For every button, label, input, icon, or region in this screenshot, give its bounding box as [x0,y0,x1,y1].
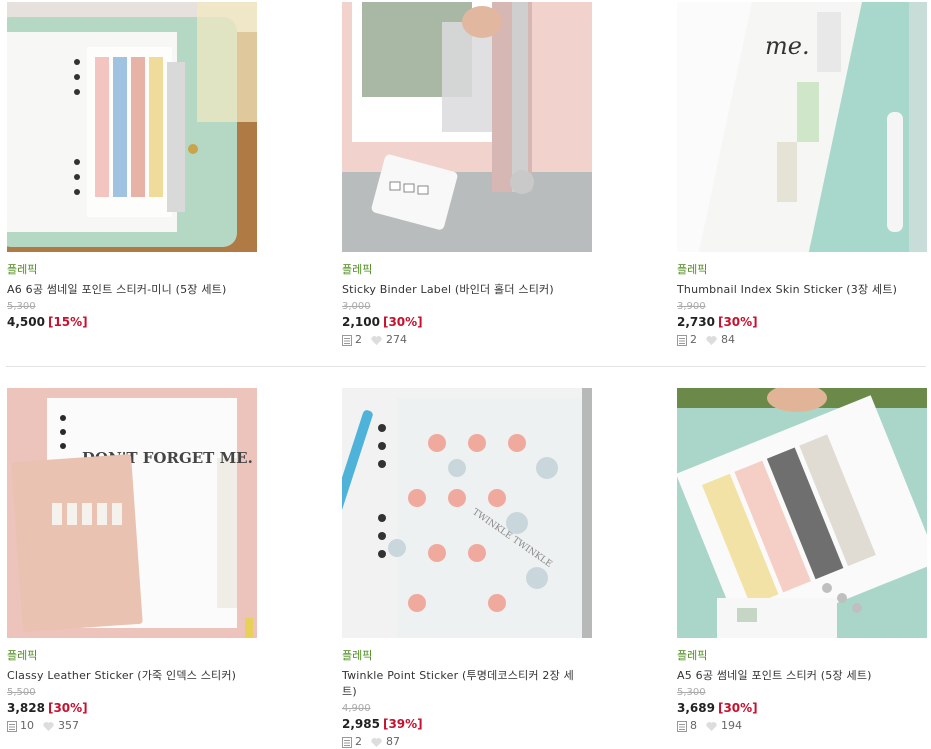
product-stats: 2 84 [677,333,931,347]
product-image[interactable]: DON'T FORGET ME. [7,388,257,638]
sale-price: 4,500 [15%] [7,314,267,330]
product-stats: 2 274 [342,333,602,347]
discount-rate: [30%] [47,701,88,715]
original-price: 5,300 [677,687,706,698]
heart-icon[interactable] [705,335,718,346]
product-card[interactable]: 플레픽 A6 6공 썸네일 포인트 스티커-미니 (5장 세트) 5,300 4… [7,2,267,330]
review-count: 10 [20,719,34,732]
sale-price: 2,100 [30%] [342,314,602,330]
product-image[interactable] [342,2,592,252]
product-title[interactable]: Sticky Binder Label (바인더 홀더 스티커) [342,282,602,298]
like-count: 84 [721,333,735,346]
product-card[interactable]: TWINKLE TWINKLE 플레픽 Twinkle Point Sticke… [342,388,602,749]
product-image[interactable]: TWINKLE TWINKLE [342,388,592,638]
original-price: 4,900 [342,703,371,714]
brand-name[interactable]: 플레픽 [7,649,267,663]
review-count: 2 [355,333,362,346]
sale-price-value: 2,100 [342,315,380,329]
brand-name[interactable]: 플레픽 [342,649,602,663]
product-card[interactable]: me. 플레픽 Thumbnail Index Skin Sticker (3장… [677,2,931,347]
sale-price: 2,730 [30%] [677,314,931,330]
review-icon [677,720,687,732]
review-icon [342,736,352,748]
discount-rate: [39%] [382,717,423,731]
discount-rate: [30%] [382,315,423,329]
product-stats: 8 194 [677,719,931,733]
heart-icon[interactable] [42,721,55,732]
heart-icon[interactable] [370,335,383,346]
discount-rate: [30%] [717,701,758,715]
brand-name[interactable]: 플레픽 [677,263,931,277]
sale-price: 2,985 [39%] [342,716,602,732]
image-text-me: me. [765,32,810,60]
original-price: 5,300 [7,301,36,312]
review-icon [342,334,352,346]
heart-icon[interactable] [705,721,718,732]
original-price: 3,900 [677,301,706,312]
review-count: 2 [355,735,362,748]
brand-name[interactable]: 플레픽 [677,649,931,663]
sale-price-value: 3,689 [677,701,715,715]
row-divider [6,366,926,367]
discount-rate: [15%] [47,315,88,329]
product-title[interactable]: Thumbnail Index Skin Sticker (3장 세트) [677,282,931,298]
review-count: 2 [690,333,697,346]
like-count: 274 [386,333,407,346]
product-card[interactable]: 플레픽 Sticky Binder Label (바인더 홀더 스티커) 3,0… [342,2,602,347]
review-count: 8 [690,719,697,732]
sale-price-value: 2,985 [342,717,380,731]
product-image[interactable]: me. [677,2,927,252]
product-image[interactable] [677,388,927,638]
sale-price-value: 3,828 [7,701,45,715]
product-title[interactable]: Twinkle Point Sticker (투명데코스티커 2장 세트) [342,668,587,700]
sale-price-value: 4,500 [7,315,45,329]
product-stats: 2 87 [342,735,602,749]
discount-rate: [30%] [717,315,758,329]
product-card[interactable]: 플레픽 A5 6공 썸네일 포인트 스티커 (5장 세트) 5,300 3,68… [677,388,931,733]
original-price: 5,500 [7,687,36,698]
like-count: 194 [721,719,742,732]
sale-price: 3,689 [30%] [677,700,931,716]
sale-price-value: 2,730 [677,315,715,329]
original-price: 3,000 [342,301,371,312]
review-icon [7,720,17,732]
sale-price: 3,828 [30%] [7,700,267,716]
product-card[interactable]: DON'T FORGET ME. 플레픽 Classy Leather Stic… [7,388,267,733]
product-stats: 10 357 [7,719,267,733]
heart-icon[interactable] [370,737,383,748]
product-image[interactable] [7,2,257,252]
product-title[interactable]: A6 6공 썸네일 포인트 스티커-미니 (5장 세트) [7,282,267,298]
product-title[interactable]: A5 6공 썸네일 포인트 스티커 (5장 세트) [677,668,931,684]
like-count: 357 [58,719,79,732]
review-icon [677,334,687,346]
like-count: 87 [386,735,400,748]
brand-name[interactable]: 플레픽 [342,263,602,277]
brand-name[interactable]: 플레픽 [7,263,267,277]
product-title[interactable]: Classy Leather Sticker (가죽 인덱스 스티커) [7,668,267,684]
